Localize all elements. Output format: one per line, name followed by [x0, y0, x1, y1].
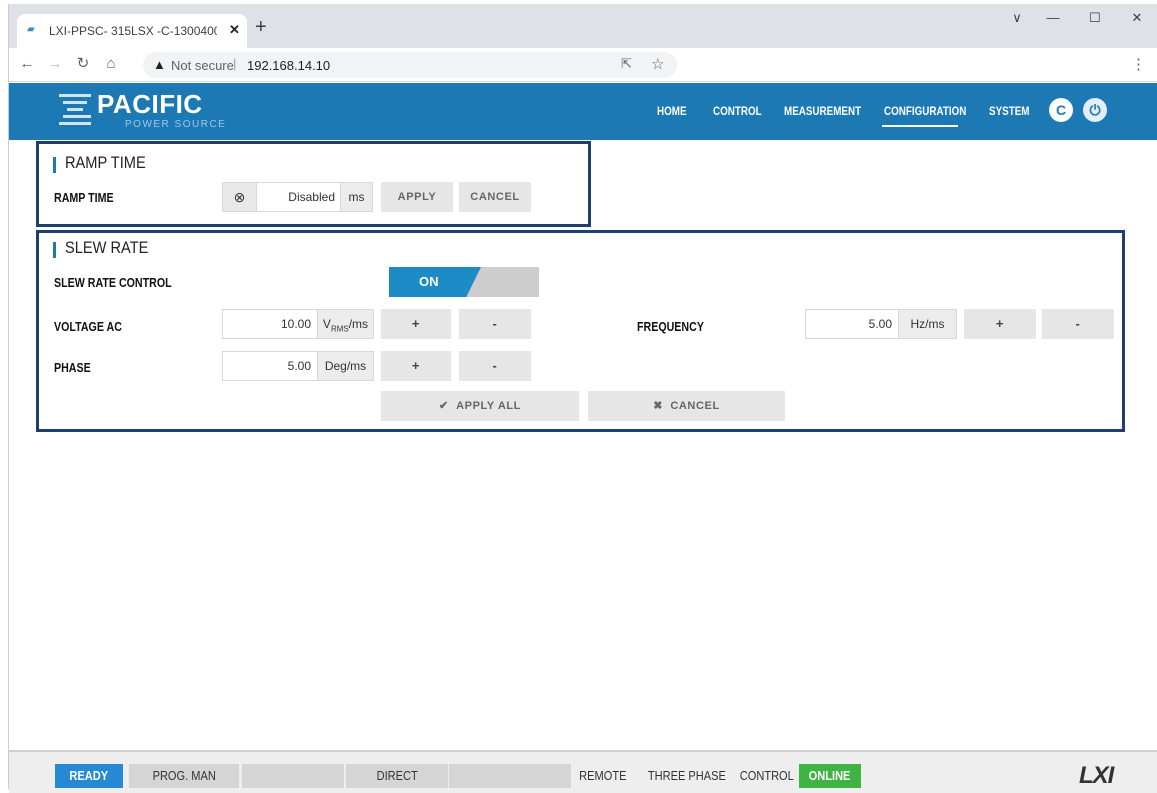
- tab-search-icon[interactable]: ∨: [1007, 10, 1027, 26]
- forward-icon[interactable]: →: [45, 55, 65, 73]
- toggle-on-state: ON: [389, 267, 481, 297]
- status-ready: READY: [55, 764, 123, 788]
- status-three-phase: THREE PHASE: [647, 768, 726, 783]
- status-empty-1: [242, 764, 344, 788]
- ramp-time-value: Disabled: [288, 190, 335, 204]
- voltage-ac-value: 10.00: [280, 317, 311, 331]
- logo-mark-icon: [59, 92, 91, 128]
- home-icon[interactable]: ⌂: [101, 55, 121, 73]
- tab-strip: ▰ LXI-PPSC- 315LSX -C-13004005 ✕ + ∨ — ☐…: [9, 4, 1157, 48]
- ramp-time-field[interactable]: ⊗ Disabled ms: [222, 182, 373, 212]
- phase-field[interactable]: 5.00 Deg/ms: [222, 351, 374, 381]
- status-direct: DIRECT: [346, 764, 448, 788]
- tab-title: LXI-PPSC- 315LSX -C-13004005: [49, 24, 217, 38]
- frequency-field[interactable]: 5.00 Hz/ms: [805, 309, 957, 339]
- frequency-minus-button[interactable]: -: [1042, 309, 1114, 339]
- minimize-button[interactable]: —: [1043, 10, 1063, 25]
- phase-value: 5.00: [287, 359, 311, 373]
- x-icon: ✖: [653, 400, 664, 412]
- cancel-all-button[interactable]: ✖ CANCEL: [588, 391, 785, 421]
- section-marker: [53, 157, 56, 173]
- ramp-time-title: RAMP TIME: [65, 153, 146, 172]
- logo-name: PACIFIC: [97, 89, 203, 119]
- voltage-ac-label: VOLTAGE AC: [54, 319, 122, 334]
- section-marker: [53, 242, 56, 258]
- ramp-time-unit: ms: [340, 183, 372, 211]
- address-bar[interactable]: ▲ Not secure | 192.168.14.10 ⇱ ☆: [143, 52, 677, 78]
- apply-all-button[interactable]: ✔ APPLY ALL: [381, 391, 579, 421]
- separator: |: [233, 56, 237, 71]
- power-icon[interactable]: ⏻: [1083, 98, 1107, 122]
- status-bar: READY PROG. MAN DIRECT REMOTE THREE PHAS…: [9, 750, 1157, 793]
- apply-all-label: APPLY ALL: [456, 400, 522, 412]
- favicon-icon: ▰: [27, 24, 35, 35]
- frequency-value: 5.00: [868, 317, 892, 331]
- ramp-time-label: RAMP TIME: [54, 190, 114, 205]
- warning-icon: ▲: [153, 57, 166, 72]
- back-icon[interactable]: ←: [17, 55, 37, 73]
- frequency-plus-button[interactable]: +: [964, 309, 1036, 339]
- slew-rate-toggle[interactable]: ON: [389, 267, 539, 297]
- nav-home[interactable]: HOME: [657, 104, 687, 118]
- browser-window: ▰ LXI-PPSC- 315LSX -C-13004005 ✕ + ∨ — ☐…: [8, 4, 1157, 793]
- browser-toolbar: ← → ↻ ⌂ ▲ Not secure | 192.168.14.10 ⇱ ☆…: [9, 48, 1157, 82]
- frequency-label: FREQUENCY: [637, 319, 704, 334]
- phase-minus-button[interactable]: -: [459, 351, 531, 381]
- voltage-plus-button[interactable]: +: [381, 309, 451, 339]
- status-online: ONLINE: [799, 764, 861, 788]
- logo-subtitle: POWER SOURCE: [125, 119, 227, 130]
- not-secure-label: Not secure: [171, 58, 234, 73]
- clear-icon[interactable]: ⊗: [223, 183, 257, 211]
- cancel-all-label: CANCEL: [670, 400, 720, 412]
- status-empty-2: [449, 764, 571, 788]
- reload-icon[interactable]: ↻: [73, 55, 93, 73]
- ramp-cancel-button[interactable]: CANCEL: [459, 182, 531, 212]
- phase-label: PHASE: [54, 360, 91, 375]
- voltage-ac-field[interactable]: 10.00 VRMS/ms: [222, 309, 374, 339]
- status-control: CONTROL: [739, 768, 794, 783]
- refresh-icon[interactable]: C: [1049, 98, 1073, 122]
- ramp-apply-button[interactable]: APPLY: [381, 182, 453, 212]
- pacific-logo: PACIFIC POWER SOURCE: [59, 89, 239, 133]
- phase-unit: Deg/ms: [317, 352, 373, 380]
- status-remote: REMOTE: [579, 768, 627, 783]
- close-window-button[interactable]: ✕: [1127, 10, 1147, 26]
- browser-menu-icon[interactable]: ⋮: [1131, 55, 1146, 73]
- voltage-ac-unit: VRMS/ms: [317, 310, 373, 338]
- nav-configuration[interactable]: CONFIGURATION: [884, 104, 966, 118]
- slew-rate-title: SLEW RATE: [65, 238, 149, 257]
- status-prog-man: PROG. MAN: [129, 764, 239, 788]
- new-tab-button[interactable]: +: [255, 17, 267, 37]
- tab-close-icon[interactable]: ✕: [229, 22, 240, 38]
- nav-measurement[interactable]: MEASUREMENT: [784, 104, 861, 118]
- frequency-unit: Hz/ms: [898, 310, 956, 338]
- app-header: PACIFIC POWER SOURCE HOME CONTROL MEASUR…: [9, 83, 1157, 140]
- lxi-logo: LXI: [1079, 762, 1114, 789]
- check-icon: ✔: [438, 400, 449, 412]
- share-icon[interactable]: ⇱: [621, 56, 632, 72]
- slew-rate-section: SLEW RATE SLEW RATE CONTROL VOLTAGE AC 1…: [36, 230, 1125, 432]
- voltage-minus-button[interactable]: -: [459, 309, 531, 339]
- maximize-button[interactable]: ☐: [1085, 10, 1105, 26]
- url-text: 192.168.14.10: [247, 58, 331, 73]
- active-nav-underline: [882, 125, 958, 127]
- nav-system[interactable]: SYSTEM: [989, 104, 1029, 118]
- browser-tab[interactable]: ▰ LXI-PPSC- 315LSX -C-13004005 ✕: [17, 14, 247, 48]
- nav-control[interactable]: CONTROL: [713, 104, 762, 118]
- bookmark-star-icon[interactable]: ☆: [651, 55, 664, 73]
- phase-plus-button[interactable]: +: [381, 351, 451, 381]
- slew-rate-control-label: SLEW RATE CONTROL: [54, 275, 172, 290]
- ramp-time-section: RAMP TIME RAMP TIME ⊗ Disabled ms APPLY …: [36, 141, 591, 227]
